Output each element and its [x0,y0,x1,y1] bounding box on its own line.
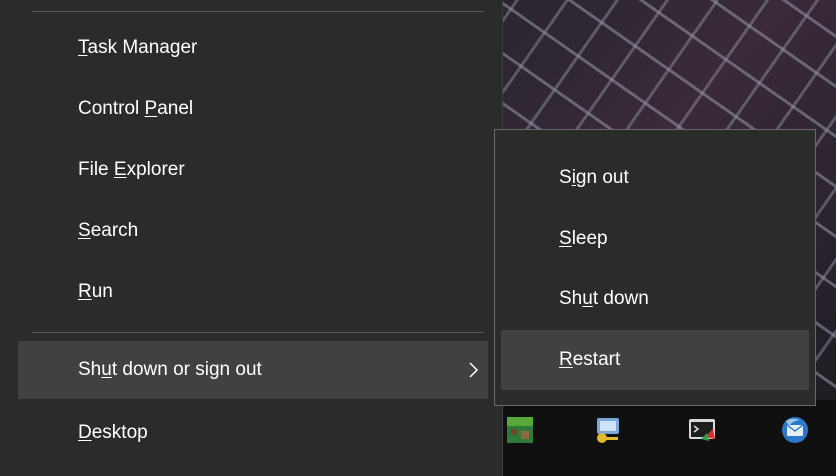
minecraft-icon[interactable] [505,415,535,445]
menu-item-label: Run [78,281,113,302]
submenu-item-sign-out[interactable]: Sign out [501,148,809,208]
submenu-item-label: Shut down [559,288,649,309]
menu-separator [32,11,484,12]
submenu-item-restart[interactable]: Restart [501,330,809,390]
menu-separator [32,332,484,333]
menu-item-file-explorer[interactable]: File Explorer [18,141,488,199]
menu-item-shutdown-or-signout[interactable]: Shut down or sign out [18,341,488,399]
menu-item-desktop[interactable]: Desktop [18,404,488,462]
chevron-right-icon [462,359,484,381]
menu-item-task-manager[interactable]: Task Manager [18,19,488,77]
menu-item-label: Search [78,220,139,241]
menu-item-control-panel[interactable]: Control Panel [18,80,488,138]
menu-item-label: Control Panel [78,98,194,119]
menu-item-run[interactable]: Run [18,263,488,321]
submenu-item-sleep[interactable]: Sleep [501,209,809,269]
menu-item-label: File Explorer [78,159,185,180]
submenu-item-label: Restart [559,349,621,370]
menu-item-label: Task Manager [78,37,198,58]
keys-icon[interactable] [592,415,622,445]
menu-item-label: Shut down or sign out [78,359,262,380]
submenu-item-label: Sleep [559,228,608,249]
submenu-item-shut-down[interactable]: Shut down [501,269,809,329]
thunderbird-icon[interactable] [780,415,810,445]
terminal-icon[interactable] [687,415,717,445]
submenu-item-label: Sign out [559,167,629,188]
winx-context-menu: Task Manager Control Panel File Explorer… [0,0,503,476]
menu-item-search[interactable]: Search [18,202,488,260]
menu-item-label: Desktop [78,422,148,443]
shutdown-submenu: Sign out Sleep Shut down Restart [494,129,816,406]
